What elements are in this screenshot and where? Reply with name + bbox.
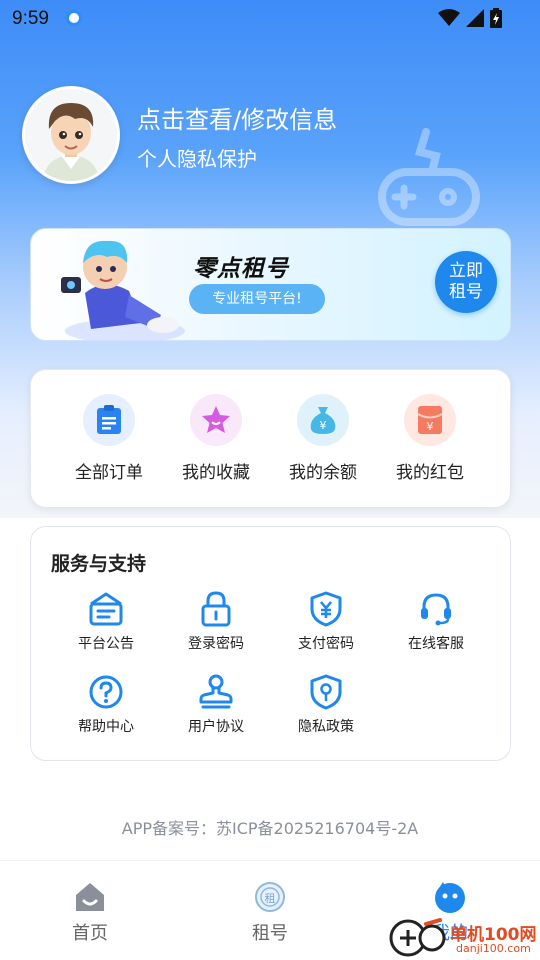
service-item-login-password[interactable]: 登录密码 bbox=[161, 589, 271, 653]
quick-action-label: 我的余额 bbox=[289, 463, 357, 483]
quick-actions-card: 全部订单 我的收藏 ¥ 我的余额 ¥ 我的红包 bbox=[30, 369, 511, 508]
banner-title: 零点租号 bbox=[193, 256, 289, 282]
announcement-icon bbox=[86, 589, 126, 629]
profile-edit-link[interactable]: 点击查看/修改信息 bbox=[137, 100, 337, 135]
service-item-label: 平台公告 bbox=[78, 636, 134, 652]
nav-label: 首页 bbox=[72, 923, 108, 944]
headset-icon bbox=[416, 589, 456, 629]
status-bar: 9:59 bbox=[0, 0, 540, 36]
watermark-url: danji100.com bbox=[456, 942, 531, 955]
gamer-character-image bbox=[61, 240, 185, 340]
service-item-payment-password[interactable]: 支付密码 bbox=[271, 589, 381, 653]
svg-text:¥: ¥ bbox=[427, 420, 434, 433]
service-item-user-agreement[interactable]: 用户协议 bbox=[161, 672, 271, 736]
service-item-label: 在线客服 bbox=[408, 636, 464, 652]
rent-now-line2: 租号 bbox=[449, 282, 483, 302]
nav-tab-home[interactable]: 首页 bbox=[30, 879, 150, 945]
profile-privacy-text: 个人隐私保护 bbox=[137, 147, 257, 171]
nav-label: 租号 bbox=[252, 923, 288, 944]
lock-icon bbox=[196, 589, 236, 629]
star-icon bbox=[190, 394, 242, 446]
icp-record-text: APP备案号：苏ICP备2025216704号-2A bbox=[121, 819, 419, 838]
profile-icon bbox=[432, 879, 468, 915]
service-item-label: 支付密码 bbox=[298, 636, 354, 652]
svg-text:租: 租 bbox=[265, 892, 276, 905]
avatar[interactable] bbox=[22, 86, 120, 184]
quick-action-label: 我的红包 bbox=[396, 463, 464, 483]
home-icon bbox=[72, 879, 108, 915]
service-item-privacy-policy[interactable]: 隐私政策 bbox=[271, 672, 381, 736]
help-icon bbox=[86, 672, 126, 712]
rent-icon: 租 bbox=[252, 879, 288, 915]
quick-action-label: 我的收藏 bbox=[182, 463, 250, 483]
money-bag-icon: ¥ bbox=[297, 394, 349, 446]
red-envelope-icon: ¥ bbox=[404, 394, 456, 446]
signal-icon bbox=[466, 9, 484, 27]
service-item-help-center[interactable]: 帮助中心 bbox=[51, 672, 161, 736]
quick-action-red-envelope[interactable]: ¥ 我的红包 bbox=[380, 394, 480, 483]
svg-text:¥: ¥ bbox=[320, 419, 327, 432]
quick-action-favorites[interactable]: 我的收藏 bbox=[166, 394, 266, 483]
service-title: 服务与支持 bbox=[51, 553, 147, 575]
banner-tag: 专业租号平台! bbox=[189, 284, 325, 314]
payment-shield-icon bbox=[306, 589, 346, 629]
service-item-label: 用户协议 bbox=[188, 719, 244, 735]
service-item-label: 登录密码 bbox=[188, 636, 244, 652]
quick-action-orders[interactable]: 全部订单 bbox=[59, 394, 159, 483]
service-support-card: 服务与支持 平台公告 登录密码 支付密码 在线客服 帮助中心 用户协议 隐私政策 bbox=[30, 526, 511, 761]
service-item-label: 帮助中心 bbox=[78, 719, 134, 735]
promo-banner[interactable]: 零点租号 专业租号平台! 立即 租号 bbox=[30, 228, 511, 341]
nav-tab-rent[interactable]: 租 租号 bbox=[210, 879, 330, 945]
stamp-icon bbox=[196, 672, 236, 712]
service-item-announcement[interactable]: 平台公告 bbox=[51, 589, 161, 653]
status-icons bbox=[438, 8, 502, 28]
wifi-icon bbox=[438, 9, 460, 26]
privacy-shield-icon bbox=[306, 672, 346, 712]
watermark: 单机100网 danji100.com bbox=[388, 914, 540, 960]
quick-action-balance[interactable]: ¥ 我的余额 bbox=[273, 394, 373, 483]
battery-icon bbox=[490, 8, 502, 28]
boy-avatar-image bbox=[25, 89, 117, 181]
service-item-label: 隐私政策 bbox=[298, 719, 354, 735]
gamepad-icon bbox=[378, 128, 480, 226]
notification-app-icon bbox=[66, 10, 82, 26]
rent-now-button[interactable]: 立即 租号 bbox=[435, 251, 497, 313]
status-time: 9:59 bbox=[12, 8, 49, 29]
service-item-online-support[interactable]: 在线客服 bbox=[381, 589, 491, 653]
watermark-logo-icon bbox=[389, 918, 446, 957]
quick-action-label: 全部订单 bbox=[75, 463, 143, 483]
rent-now-line1: 立即 bbox=[449, 261, 483, 281]
clipboard-icon bbox=[83, 394, 135, 446]
